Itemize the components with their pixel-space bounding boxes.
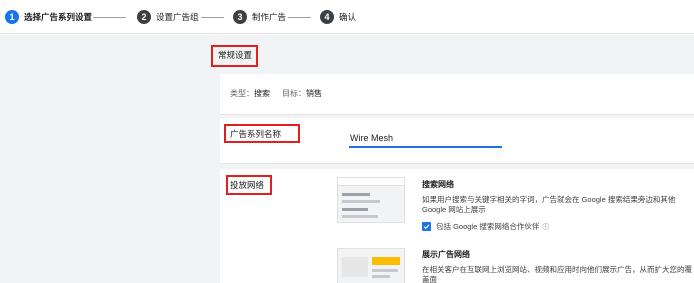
step-1-number: 1 <box>5 10 19 24</box>
search-network-description: 如果用户搜索与关键字相关的字词，广告就会在 Google 搜索结果旁边和其他 G… <box>422 195 676 214</box>
highlight-box <box>224 124 300 143</box>
step-4-label: 确认 <box>339 12 357 22</box>
campaign-name-input[interactable] <box>349 130 502 148</box>
goal-label: 目标： <box>282 89 306 98</box>
type-goal-card: 类型：搜索 目标：销售 <box>220 74 694 115</box>
step-3-number: 3 <box>233 10 247 24</box>
step-connector <box>288 17 311 18</box>
networks-card: 投放网络 搜索网络 如果用户搜索与关键字相关的字词，广告就会在 Google 搜… <box>220 169 694 283</box>
step-4[interactable]: 4 确认 <box>320 10 356 24</box>
step-1[interactable]: 1 选择广告系列设置 <box>5 10 92 24</box>
display-network-title: 展示广告网络 <box>422 250 470 259</box>
step-3-label: 制作广告 <box>252 12 287 22</box>
step-3[interactable]: 3 制作广告 <box>233 10 286 24</box>
step-1-label: 选择广告系列设置 <box>24 12 93 22</box>
step-2-label: 设置广告组 <box>156 12 199 22</box>
goal-value: 销售 <box>306 89 322 98</box>
type-value: 搜索 <box>254 89 270 98</box>
display-network-description: 在相关客户在互联网上浏览网站、视频和应用时向他们展示广告，从而扩大您的覆盖面 <box>422 265 692 283</box>
highlight-box <box>226 175 272 195</box>
highlight-box <box>211 45 258 67</box>
settings-panel: 常规设置 类型：搜索目标：销售 广告系列名称 投放网络 搜索网络 如果用户搜索与… <box>208 35 694 283</box>
search-network-title: 搜索网络 <box>422 180 454 189</box>
left-pane <box>0 35 208 283</box>
display-network-illustration <box>337 248 405 283</box>
search-partners-option[interactable]: 包括 Google 搜索网络合作伙伴 ⓘ <box>422 221 549 232</box>
step-connector <box>93 17 126 18</box>
search-partners-checkbox[interactable] <box>422 222 431 231</box>
campaign-stepper: 1 选择广告系列设置 2 设置广告组 3 制作广告 4 确认 <box>0 0 694 34</box>
step-connector <box>201 17 224 18</box>
step-4-number: 4 <box>320 10 334 24</box>
help-icon[interactable]: ⓘ <box>542 222 549 232</box>
step-2[interactable]: 2 设置广告组 <box>137 10 199 24</box>
step-2-number: 2 <box>137 10 151 24</box>
search-network-illustration <box>337 177 405 223</box>
type-goal-row: 类型：搜索 目标：销售 <box>230 88 322 99</box>
search-partners-label: 包括 Google 搜索网络合作伙伴 <box>436 222 540 231</box>
type-label: 类型： <box>230 89 254 98</box>
